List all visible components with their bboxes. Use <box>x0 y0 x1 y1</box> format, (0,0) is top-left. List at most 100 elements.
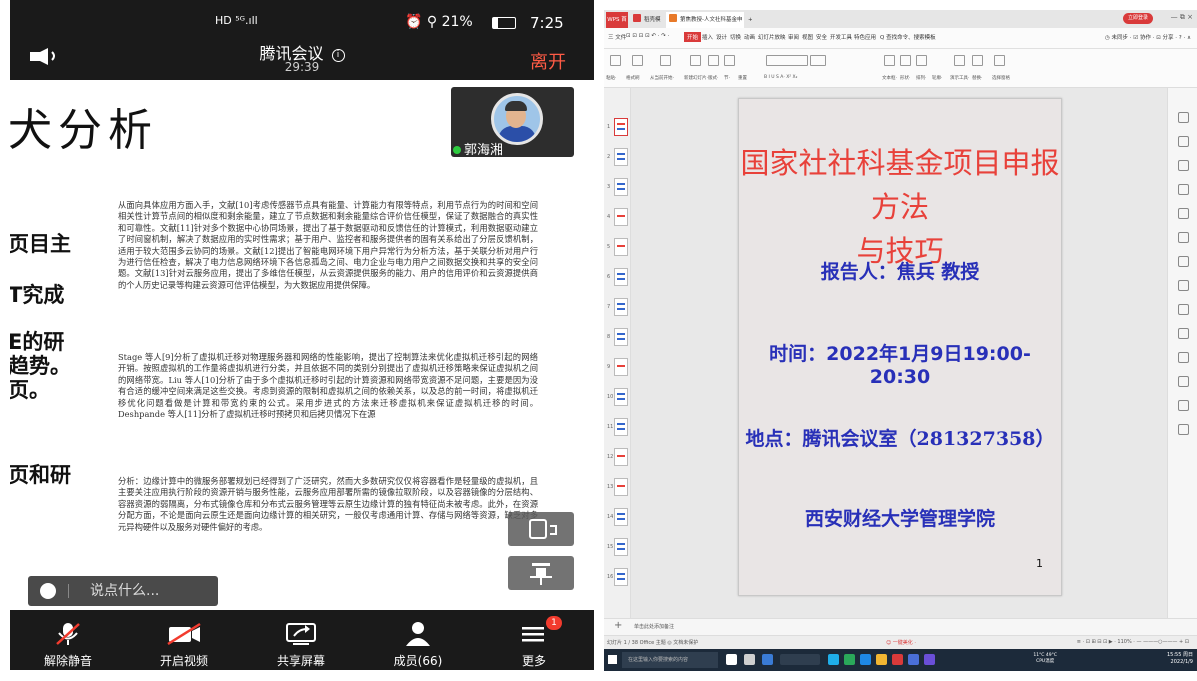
search-command-input[interactable]: Q 查找命令、搜索模板 <box>880 33 936 41</box>
menu-developer[interactable]: 开发工具 <box>830 33 852 41</box>
selection-pane-icon[interactable] <box>994 55 1005 66</box>
taskbar-app-icon[interactable] <box>744 654 755 665</box>
taskbar-app-icon[interactable] <box>762 654 773 665</box>
slide-organization[interactable]: 西安财经大学管理学院 <box>739 504 1061 531</box>
tab-presentation[interactable]: 第焦教授-人文社科基金申报--12月 · <box>666 12 744 39</box>
slide-thumbnail[interactable] <box>614 418 628 436</box>
slide-thumbnail[interactable] <box>614 148 628 166</box>
sidebar-tool-icon[interactable] <box>1178 136 1189 147</box>
textbox-icon[interactable] <box>884 55 895 66</box>
tab-wps-home[interactable]: WPS 首页 <box>606 12 628 39</box>
menu-design[interactable]: 设计 <box>716 33 727 41</box>
taskbar-app-icon[interactable] <box>876 654 887 665</box>
sidebar-tool-icon[interactable] <box>1178 328 1189 339</box>
sidebar-tool-icon[interactable] <box>1178 184 1189 195</box>
new-tab-button[interactable]: + <box>748 12 758 28</box>
slide-thumbnail[interactable] <box>614 268 628 286</box>
slide-thumbnail[interactable] <box>614 538 628 556</box>
slide-reporter[interactable]: 报告人：焦兵 教授 <box>739 257 1061 284</box>
share-screen-button[interactable]: 共享屏幕 <box>251 610 351 670</box>
slide-thumbnail[interactable] <box>614 508 628 526</box>
current-slide[interactable]: 国家社社科基金项目申报方法 与技巧 报告人：焦兵 教授 时间：2022年1月9日1… <box>738 98 1062 596</box>
sidebar-tool-icon[interactable] <box>1178 256 1189 267</box>
slide-thumbnail[interactable] <box>614 358 628 376</box>
sidebar-tool-icon[interactable] <box>1178 376 1189 387</box>
leave-button[interactable]: 离开 <box>530 48 566 74</box>
slide-thumbnail[interactable] <box>614 208 628 226</box>
switch-view-button[interactable] <box>508 512 574 546</box>
sidebar-tool-icon[interactable] <box>1178 280 1189 291</box>
menu-review[interactable]: 审阅 <box>788 33 799 41</box>
taskbar-search-box-2[interactable] <box>780 654 820 665</box>
menu-slideshow[interactable]: 幻灯片放映 <box>758 33 786 41</box>
add-slide-icon[interactable]: + <box>614 620 622 631</box>
slide-thumbnail[interactable] <box>614 448 628 466</box>
task-view-icon[interactable] <box>726 654 737 665</box>
tab-templates[interactable]: 稻壳模板 <box>630 12 664 39</box>
sidebar-tool-icon[interactable] <box>1178 304 1189 315</box>
zoom-controls[interactable]: ≡ · ⊡ ⊞ ⊟ ⊡ ▶ · 110% · — ———○——— + ⊡ <box>1077 639 1189 645</box>
taskbar-search-input[interactable]: 在这里输入你要搜索的内容 <box>622 652 718 668</box>
menu-security[interactable]: 安全 <box>816 33 827 41</box>
format-painter-icon[interactable] <box>632 55 643 66</box>
sidebar-tool-icon[interactable] <box>1178 424 1189 435</box>
font-style-buttons[interactable]: B I U S A· X² X₂ <box>764 75 797 80</box>
login-button[interactable]: 立即登录 <box>1123 13 1153 24</box>
slide-thumbnail[interactable] <box>614 178 628 196</box>
window-controls[interactable]: — ⧉ × <box>1171 13 1193 22</box>
emoji-icon[interactable] <box>40 583 56 599</box>
play-from-current-icon[interactable] <box>660 55 671 66</box>
menu-transition[interactable]: 切换 <box>730 33 741 41</box>
sidebar-tool-icon[interactable] <box>1178 232 1189 243</box>
slide-thumbnail[interactable] <box>614 298 628 316</box>
start-video-button[interactable]: 开启视频 <box>134 610 234 670</box>
slide-thumbnail[interactable] <box>614 328 628 346</box>
sidebar-tool-icon[interactable] <box>1178 160 1189 171</box>
quick-access-toolbar[interactable]: ⊡ ⊡ ⊡ ⊡ ↶ · ↷ · <box>626 33 669 39</box>
collab-share-bar[interactable]: ◷ 未同步 · ☑ 协作 · ⊡ 分享 · ? · ∧ <box>1105 33 1191 41</box>
slide-thumbnail[interactable] <box>614 388 628 406</box>
taskbar-app-icon[interactable] <box>924 654 935 665</box>
slide-editing-area[interactable]: 国家社社科基金项目申报方法 与技巧 报告人：焦兵 教授 时间：2022年1月9日1… <box>631 88 1168 618</box>
find-replace-icon[interactable] <box>972 55 983 66</box>
font-size-select[interactable] <box>810 55 826 66</box>
menu-view[interactable]: 视图 <box>802 33 813 41</box>
slide-thumbnail[interactable] <box>614 118 628 136</box>
windows-start-icon[interactable] <box>608 655 617 664</box>
slide-thumbnail[interactable] <box>614 478 628 496</box>
notes-pane[interactable]: + 单击此处添加备注 <box>604 618 1197 635</box>
taskbar-app-icon[interactable] <box>908 654 919 665</box>
font-name-select[interactable] <box>766 55 808 66</box>
layout-icon[interactable] <box>708 55 719 66</box>
taskbar-app-icon[interactable] <box>892 654 903 665</box>
taskbar-app-icon[interactable] <box>860 654 871 665</box>
new-slide-icon[interactable] <box>690 55 701 66</box>
paste-icon[interactable] <box>610 55 621 66</box>
menu-animation[interactable]: 动画 <box>744 33 755 41</box>
menu-features[interactable]: 特色应用 <box>854 33 876 41</box>
sidebar-tool-icon[interactable] <box>1178 112 1189 123</box>
chat-input[interactable]: 说点什么... <box>28 576 218 606</box>
menu-insert[interactable]: 插入 <box>702 33 713 41</box>
arrange-icon[interactable] <box>916 55 927 66</box>
sidebar-tool-icon[interactable] <box>1178 208 1189 219</box>
beautify-button[interactable]: ☺ 一键美化 · <box>886 639 916 646</box>
taskbar-app-icon[interactable] <box>828 654 839 665</box>
presenter-video-thumbnail[interactable]: 郭海湘 <box>451 87 574 157</box>
slide-time[interactable]: 时间：2022年1月9日19:00-20:30 <box>739 339 1061 388</box>
taskbar-clock[interactable]: 15:55 周日 2022/1/9 <box>1167 652 1193 666</box>
sidebar-tool-icon[interactable] <box>1178 352 1189 363</box>
unmute-button[interactable]: 解除静音 <box>18 610 118 670</box>
slide-thumbnail[interactable] <box>614 568 628 586</box>
slide-title[interactable]: 国家社社科基金项目申报方法 与技巧 <box>739 141 1061 273</box>
more-button[interactable]: 1 更多 <box>484 610 584 670</box>
section-icon[interactable] <box>724 55 735 66</box>
sidebar-tool-icon[interactable] <box>1178 400 1189 411</box>
menu-home[interactable]: 开始 <box>684 32 702 42</box>
slide-thumbnail[interactable] <box>614 238 628 256</box>
members-button[interactable]: 成员(66) <box>368 610 468 670</box>
presentation-tools-icon[interactable] <box>954 55 965 66</box>
menu-file[interactable]: 三 文件 <box>608 33 626 41</box>
taskbar-app-icon[interactable] <box>844 654 855 665</box>
slide-place[interactable]: 地点：腾讯会议室（281327358） <box>739 424 1061 451</box>
